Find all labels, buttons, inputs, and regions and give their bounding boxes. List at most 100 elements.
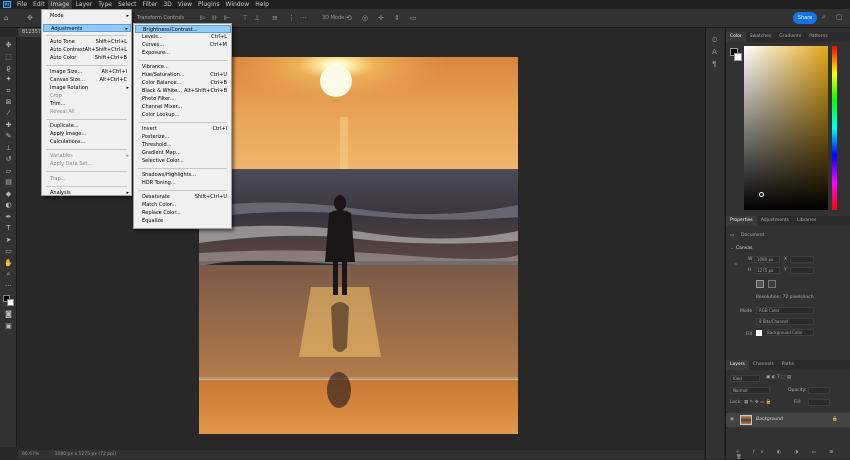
menu-item-apply-image[interactable]: Apply Image... — [43, 130, 131, 138]
move-icon[interactable]: ✥ — [3, 41, 14, 49]
path-selection-icon[interactable]: ➤ — [3, 236, 14, 244]
portrait-orientation-button[interactable] — [756, 280, 764, 288]
more-tools-icon[interactable]: ··· — [3, 282, 14, 290]
align-middle-icon[interactable]: ⊥ — [254, 14, 260, 22]
eraser-icon[interactable]: ▱ — [3, 167, 14, 175]
width-input[interactable]: 1080 px — [754, 256, 780, 263]
menu-3d[interactable]: 3D — [160, 0, 174, 9]
marquee-icon[interactable]: ⬚ — [3, 53, 14, 61]
search-icon[interactable]: ⌕ — [822, 13, 826, 22]
mode-select[interactable]: RGB Color — [756, 307, 814, 314]
gradient-icon[interactable]: ▤ — [3, 178, 14, 186]
menu-item-equalize[interactable]: Equalize — [135, 217, 231, 225]
tab-properties[interactable]: Properties — [726, 216, 757, 226]
dodge-icon[interactable]: ◐ — [3, 201, 14, 209]
fill-select[interactable]: Background Color — [764, 329, 814, 336]
menu-item-hue-saturation[interactable]: Hue/Saturation... Ctrl+U — [135, 71, 231, 79]
menu-item-replace-color[interactable]: Replace Color... — [135, 209, 231, 217]
menu-layer[interactable]: Layer — [72, 0, 95, 9]
healing-brush-icon[interactable]: ✚ — [3, 121, 14, 129]
3d-slide-icon[interactable]: ⇕ — [394, 14, 400, 22]
eyedropper-icon[interactable]: ⁄ — [3, 109, 14, 117]
align-left-icon[interactable]: ⊫ — [200, 14, 206, 22]
3d-pan-icon[interactable]: ✛ — [378, 14, 384, 22]
3d-orbit-icon[interactable]: ⟲ — [346, 14, 352, 22]
transform-controls-label[interactable]: Transform Controls — [137, 15, 184, 21]
menu-file[interactable]: File — [14, 0, 30, 9]
menu-item-image-rotation[interactable]: Image Rotation ▸ — [43, 84, 131, 92]
menu-item-crop[interactable]: Crop — [43, 92, 131, 100]
menu-item-adjustments[interactable]: Adjustments ▸ — [43, 24, 131, 32]
blend-mode-select[interactable]: Normal — [730, 387, 770, 394]
menu-item-calculations[interactable]: Calculations... — [43, 138, 131, 146]
menu-item-reveal-all[interactable]: Reveal All — [43, 108, 131, 116]
tab-layers[interactable]: Layers — [726, 360, 749, 370]
tab-gradients[interactable]: Gradients — [775, 32, 805, 42]
lock-icons[interactable]: ▦ ✎ ✥ ▭ 🔒 — [744, 400, 771, 405]
align-right-icon[interactable]: ⊩ — [224, 14, 230, 22]
more-options-icon[interactable]: ··· — [300, 14, 307, 22]
menu-item-brightness-contrast[interactable]: Brightness/Contrast... — [135, 25, 231, 33]
menu-type[interactable]: Type — [95, 0, 115, 9]
share-button[interactable]: Share — [793, 12, 817, 24]
menu-window[interactable]: Window — [223, 0, 253, 9]
menu-item-auto-color[interactable]: Auto Color Shift+Ctrl+B — [43, 54, 131, 62]
character-panel-icon[interactable]: A — [712, 48, 717, 56]
x-input[interactable] — [790, 256, 814, 263]
bit-depth-select[interactable]: 8 Bits/Channel — [756, 318, 814, 325]
tab-swatches[interactable]: Swatches — [746, 32, 776, 42]
distribute-h-icon[interactable]: ⋮ — [288, 14, 295, 22]
menu-item-auto-contrast[interactable]: Auto Contrast Alt+Shift+Ctrl+L — [43, 46, 131, 54]
menu-item-image-size[interactable]: Image Size... Alt+Ctrl+I — [43, 68, 131, 76]
color-picker-handle[interactable] — [759, 192, 764, 197]
fill-opacity-input[interactable] — [808, 399, 830, 406]
3d-scale-icon[interactable]: ▭ — [410, 14, 417, 22]
history-panel-icon[interactable]: ⏲ — [712, 36, 717, 45]
menu-plugins[interactable]: Plugins — [195, 0, 223, 9]
eye-icon[interactable]: ◉ — [730, 417, 734, 422]
link-dimensions-icon[interactable]: ∞ — [734, 262, 738, 267]
layer-row-background[interactable]: ◉ Background 🔒 — [726, 413, 850, 427]
history-brush-icon[interactable]: ↺ — [3, 155, 14, 163]
3d-roll-icon[interactable]: ◎ — [362, 14, 368, 22]
menu-item-match-color[interactable]: Match Color... — [135, 201, 231, 209]
tab-libraries[interactable]: Libraries — [793, 216, 820, 226]
paragraph-panel-icon[interactable]: ¶ — [712, 60, 716, 68]
menu-item-curves[interactable]: Curves... Ctrl+M — [135, 41, 231, 49]
tab-channels[interactable]: Channels — [749, 360, 778, 370]
menu-item-duplicate[interactable]: Duplicate... — [43, 122, 131, 130]
height-input[interactable]: 1275 px — [754, 267, 780, 274]
quick-mask-icon[interactable]: ◙ — [3, 310, 14, 318]
menu-item-variables[interactable]: Variables ▸ — [43, 152, 131, 160]
menu-item-canvas-size[interactable]: Canvas Size... Alt+Ctrl+C — [43, 76, 131, 84]
pen-icon[interactable]: ✒ — [3, 213, 14, 221]
menu-item-color-balance[interactable]: Color Balance... Ctrl+B — [135, 79, 231, 87]
menu-item-analysis[interactable]: Analysis ▸ — [43, 189, 131, 197]
menu-item-gradient-map[interactable]: Gradient Map... — [135, 149, 231, 157]
crop-icon[interactable]: ⌗ — [3, 87, 14, 95]
menu-item-hdr-toning[interactable]: HDR Toning... — [135, 179, 231, 187]
clone-stamp-icon[interactable]: ⊥ — [3, 144, 14, 152]
menu-view[interactable]: View — [175, 0, 195, 9]
screen-mode-icon[interactable]: ▣ — [3, 322, 14, 330]
tab-paths[interactable]: Paths — [778, 360, 798, 370]
magic-wand-icon[interactable]: ✦ — [3, 75, 14, 83]
menu-item-auto-tone[interactable]: Auto Tone Shift+Ctrl+L — [43, 38, 131, 46]
hand-icon[interactable]: ✋ — [3, 259, 14, 267]
menu-item-channel-mixer[interactable]: Channel Mixer... — [135, 103, 231, 111]
tab-patterns[interactable]: Patterns — [805, 32, 832, 42]
menu-item-posterize[interactable]: Posterize... — [135, 133, 231, 141]
fill-color-swatch[interactable] — [756, 330, 762, 336]
workspace-icon[interactable]: ▢ — [836, 13, 843, 21]
opacity-input[interactable] — [808, 387, 830, 394]
menu-item-photo-filter[interactable]: Photo Filter... — [135, 95, 231, 103]
menu-item-selective-color[interactable]: Selective Color... — [135, 157, 231, 165]
menu-item-vibrance[interactable]: Vibrance... — [135, 63, 231, 71]
background-color-chip[interactable] — [734, 53, 742, 61]
menu-item-trim[interactable]: Trim... — [43, 100, 131, 108]
document-canvas-image[interactable] — [199, 57, 518, 434]
menu-item-trap[interactable]: Trap... — [43, 175, 131, 183]
menu-item-shadows-highlights[interactable]: Shadows/Highlights... — [135, 171, 231, 179]
canvas-collapse-icon[interactable]: ⌄ — [730, 246, 734, 251]
menu-help[interactable]: Help — [252, 0, 272, 9]
